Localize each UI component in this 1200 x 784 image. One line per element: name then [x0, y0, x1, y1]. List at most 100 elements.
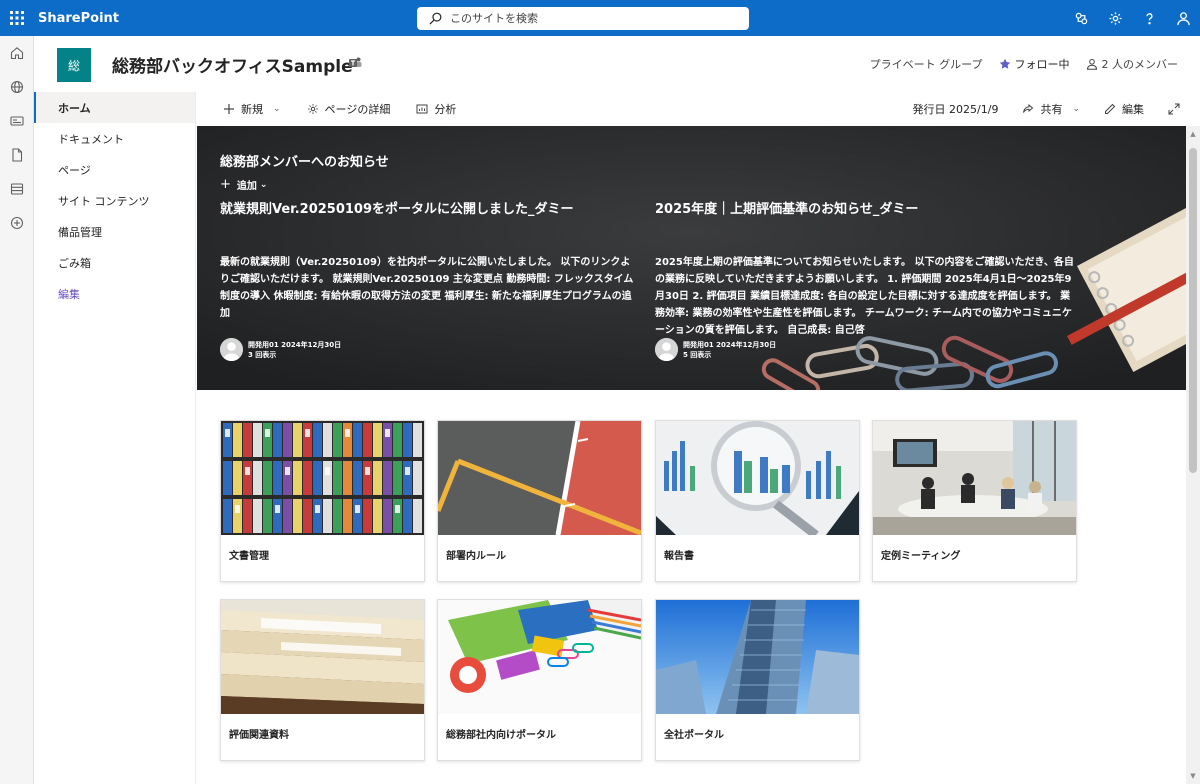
quick-link-card[interactable]: 報告書 [655, 420, 860, 582]
card-title[interactable]: 文書管理 [229, 547, 269, 562]
binders-image [221, 421, 424, 535]
search-box[interactable] [417, 7, 749, 30]
news-views: 5 回表示 [683, 350, 712, 359]
card-title[interactable]: 全社ポータル [664, 726, 724, 741]
app-launcher-icon[interactable] [0, 0, 34, 36]
person-avatar-icon [220, 338, 243, 361]
expand-icon [1168, 103, 1180, 115]
expand-button[interactable] [1168, 103, 1186, 115]
lists-icon[interactable] [0, 172, 34, 206]
follow-label: フォロー中 [1014, 58, 1070, 71]
news-views: 3 回表示 [248, 350, 277, 359]
suite-bar: SharePoint [0, 0, 1200, 36]
person-avatar-icon [655, 338, 678, 361]
scrollbar-thumb[interactable] [1189, 148, 1197, 473]
person-icon [1086, 59, 1097, 70]
chevron-down-icon: ⌄ [1072, 104, 1080, 114]
news-meta: 開発用01 2024年12月30日 5 回表示 [655, 338, 776, 361]
nav-item-recycle-bin[interactable]: ごみ箱 [34, 247, 195, 278]
scroll-up-icon[interactable]: ▲ [1189, 130, 1197, 138]
news-author-date: 開発用01 2024年12月30日 [683, 340, 777, 349]
add-news-button[interactable]: + 追加 ⌄ [220, 177, 267, 192]
news-item[interactable]: 2025年度｜上期評価基準のお知らせ_ダミー 2025年度上期の評価基準について… [655, 200, 1075, 361]
site-title[interactable]: 総務部バックオフィスSample [112, 52, 353, 77]
card-title[interactable]: 評価関連資料 [229, 726, 289, 741]
news-headline[interactable]: 2025年度｜上期評価基準のお知らせ_ダミー [655, 200, 1075, 220]
new-label: 新規 [241, 103, 263, 116]
quick-links: 文書管理 部署内ルール 報告書 定例ミーティング 評価関連資料 総務部社内向けポ… [197, 390, 1186, 784]
card-image [221, 600, 424, 714]
analytics-button[interactable]: 分析 [416, 101, 456, 117]
members-button[interactable]: 2 人のメンバー [1086, 56, 1179, 72]
share-icon [1023, 103, 1034, 113]
scroll-down-icon[interactable]: ▼ [1189, 772, 1197, 780]
card-title[interactable]: 報告書 [664, 547, 694, 562]
chevron-down-icon: ⌄ [259, 179, 268, 190]
avatar [220, 338, 243, 361]
settings-gear-icon[interactable] [1098, 0, 1132, 36]
page-details-label: ページの詳細 [324, 103, 391, 116]
create-plus-icon[interactable] [0, 206, 34, 240]
teams-switch-icon[interactable] [1064, 0, 1098, 36]
quick-link-card[interactable]: 評価関連資料 [220, 599, 425, 761]
card-image [656, 421, 859, 535]
follow-button[interactable]: フォロー中 [999, 56, 1070, 72]
news-meta: 開発用01 2024年12月30日 3 回表示 [220, 338, 341, 361]
page-details-button[interactable]: ページの詳細 [307, 101, 391, 117]
news-description: 最新の就業規則（Ver.20250109）を社内ポータルに公開いたしました。 以… [220, 257, 634, 319]
nav-item-site-contents[interactable]: サイト コンテンツ [34, 185, 195, 216]
quick-link-card[interactable]: 文書管理 [220, 420, 425, 582]
brand-name[interactable]: SharePoint [38, 11, 119, 26]
quick-link-card[interactable]: 定例ミーティング [872, 420, 1077, 582]
privacy-label: プライベート グループ [869, 58, 983, 71]
quick-link-card[interactable]: 部署内ルール [437, 420, 642, 582]
nav-item-pages[interactable]: ページ [34, 154, 195, 185]
search-input[interactable] [450, 12, 730, 25]
nav-edit-link[interactable]: 編集 [34, 278, 195, 309]
members-label: 2 人のメンバー [1101, 58, 1179, 71]
news-item[interactable]: 就業規則Ver.20250109をポータルに公開しました_ダミー 最新の就業規則… [220, 200, 640, 361]
stationery-image [438, 600, 641, 714]
teams-icon[interactable] [348, 56, 362, 70]
share-label: 共有 [1040, 103, 1063, 116]
card-title[interactable]: 総務部社内向けポータル [446, 726, 556, 741]
card-image [656, 600, 859, 714]
news-hero: 総務部メンバーへのお知らせ + 追加 ⌄ 就業規則Ver.20250109をポー… [197, 126, 1186, 390]
card-image [438, 600, 641, 714]
home-icon[interactable] [0, 36, 34, 70]
globe-icon[interactable] [0, 70, 34, 104]
nav-item-home[interactable]: ホーム [34, 92, 195, 123]
card-title[interactable]: 部署内ルール [446, 547, 506, 562]
star-icon [999, 58, 1010, 69]
analytics-icon [416, 104, 428, 114]
vertical-scrollbar[interactable]: ▲ ▼ [1186, 126, 1200, 784]
nav-item-equipment[interactable]: 備品管理 [34, 216, 195, 247]
help-icon[interactable] [1132, 0, 1166, 36]
card-title[interactable]: 定例ミーティング [881, 547, 960, 562]
site-header: 総 総務部バックオフィスSample プライベート グループ フォロー中 2 人… [34, 36, 1200, 92]
new-button[interactable]: 新規 ⌄ [223, 101, 281, 117]
avatar [655, 338, 678, 361]
card-image [438, 421, 641, 535]
chevron-down-icon: ⌄ [273, 104, 281, 114]
gear-icon [307, 104, 318, 114]
edit-button[interactable]: 編集 [1104, 101, 1144, 117]
quick-link-card[interactable]: 全社ポータル [655, 599, 860, 761]
share-button[interactable]: 共有 ⌄ [1022, 101, 1080, 117]
analytics-label: 分析 [434, 103, 457, 116]
document-icon[interactable] [0, 138, 34, 172]
skyscraper-image [656, 600, 859, 714]
news-headline[interactable]: 就業規則Ver.20250109をポータルに公開しました_ダミー [220, 200, 640, 220]
nav-item-documents[interactable]: ドキュメント [34, 123, 195, 154]
plus-icon: + [220, 177, 231, 192]
hero-title: 総務部メンバーへのお知らせ [220, 155, 389, 170]
account-person-icon[interactable] [1166, 0, 1200, 36]
site-logo[interactable]: 総 [57, 48, 91, 82]
pencil-icon [1105, 103, 1116, 114]
chart-magnifier-image [656, 421, 859, 535]
news-feed-icon[interactable] [0, 104, 34, 138]
news-description: 2025年度上期の評価基準についてお知らせいたします。 以下の内容をご確認いただ… [655, 257, 1074, 336]
edit-label: 編集 [1122, 103, 1144, 116]
quick-link-card[interactable]: 総務部社内向けポータル [437, 599, 642, 761]
app-bar [0, 36, 34, 784]
